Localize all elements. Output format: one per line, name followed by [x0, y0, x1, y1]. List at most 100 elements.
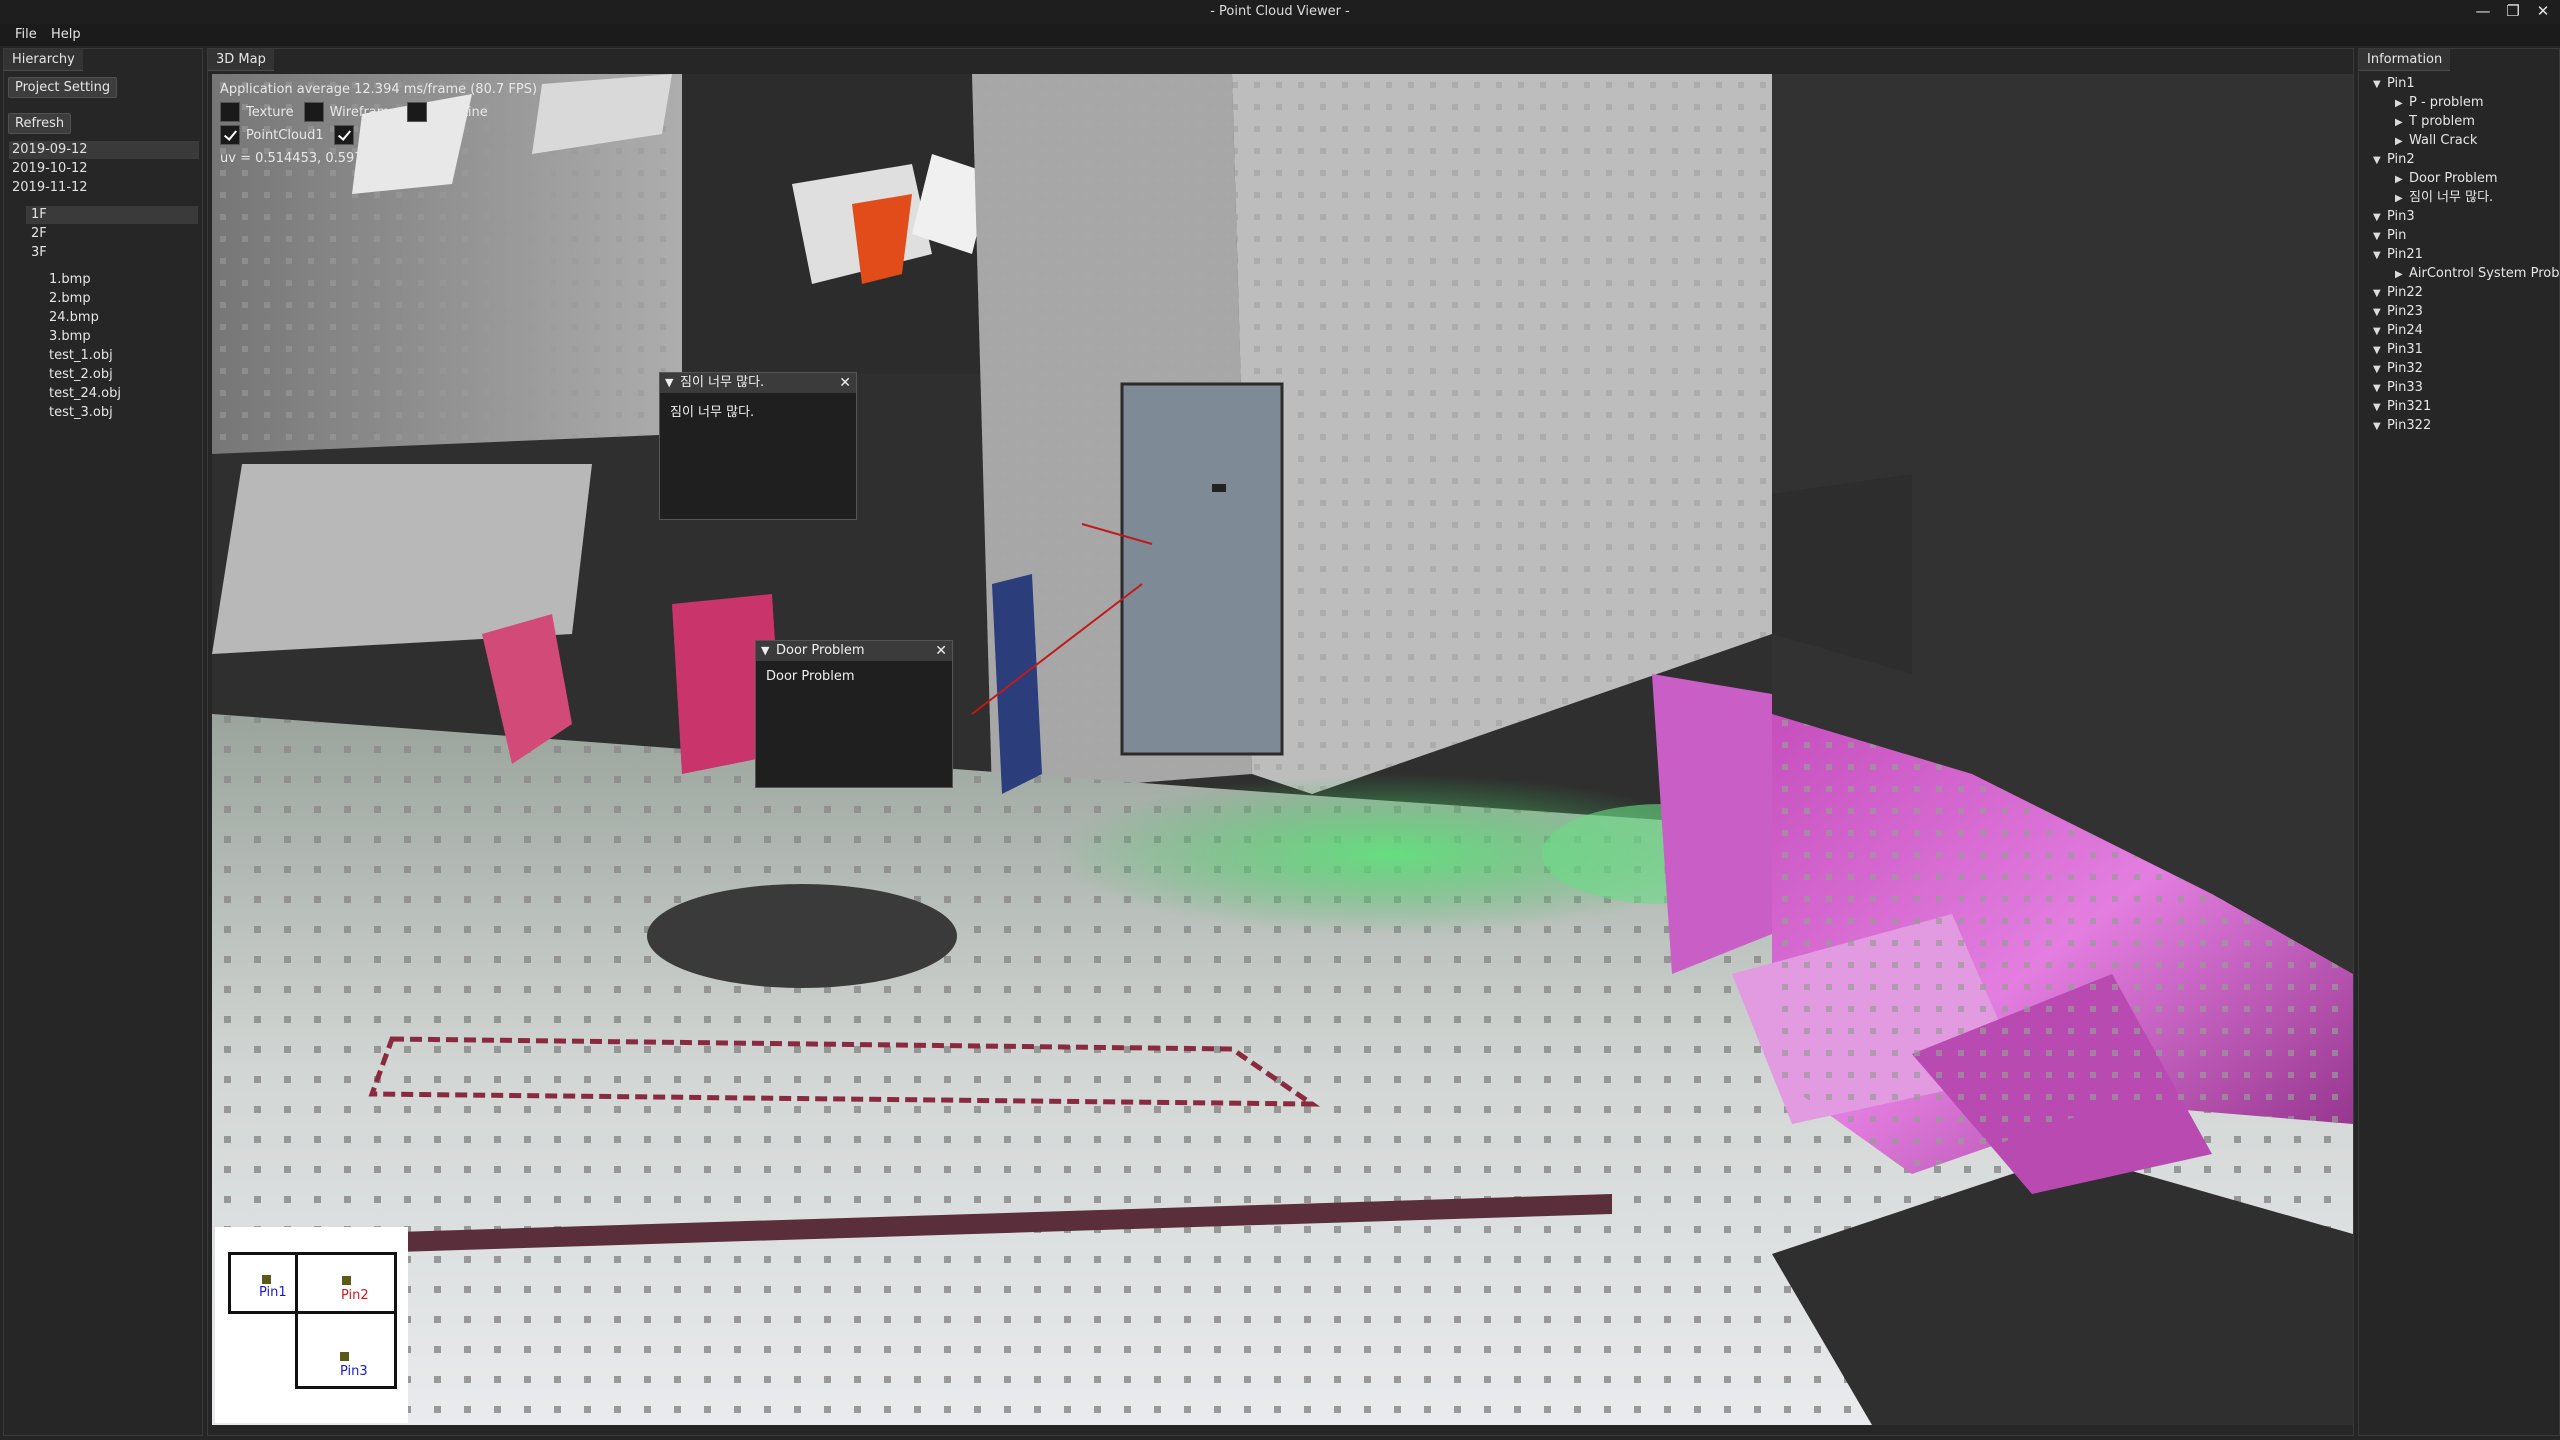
file-item[interactable]: 2.bmp	[49, 290, 91, 308]
pin3-label: Pin3	[340, 1364, 368, 1379]
tree-pin-node[interactable]: ▼ Pin31	[2373, 341, 2423, 360]
menu-help[interactable]: Help	[51, 27, 81, 42]
popup-body: Door Problem	[766, 669, 855, 684]
tree-pin-node[interactable]: ▼ Pin3	[2373, 208, 2415, 227]
expand-arrow-down-icon[interactable]: ▼	[2373, 152, 2387, 170]
floor-item[interactable]: 3F	[26, 244, 198, 262]
pin-popup-door-problem[interactable]: ▼ Door Problem ✕ Door Problem	[755, 640, 953, 788]
collapse-icon[interactable]: ▼	[665, 373, 673, 393]
tree-issue-node[interactable]: ▶ T problem	[2395, 113, 2475, 132]
file-item[interactable]: 1.bmp	[49, 271, 91, 289]
tree-pin-node[interactable]: ▼ Pin321	[2373, 398, 2431, 417]
pointcloud1-checkbox-label: PointCloud1	[246, 127, 324, 143]
pointcloud1-checkbox[interactable]	[220, 125, 240, 145]
tree-node-label: Wall Crack	[2409, 133, 2478, 148]
tree-node-label: Pin21	[2387, 247, 2423, 262]
date-item[interactable]: 2019-10-12	[9, 160, 199, 178]
expand-arrow-down-icon[interactable]: ▼	[2373, 323, 2387, 341]
tab-information[interactable]: Information	[2359, 49, 2451, 71]
minimap[interactable]: Pin1 Pin2 Pin3	[215, 1227, 408, 1423]
file-item[interactable]: 24.bmp	[49, 309, 99, 327]
restore-icon[interactable]: ❐	[2498, 0, 2528, 24]
pin2-marker-icon[interactable]	[342, 1276, 351, 1285]
floor-item[interactable]: 1F	[26, 206, 198, 224]
file-item[interactable]: test_1.obj	[49, 347, 113, 365]
file-item[interactable]: test_24.obj	[49, 385, 121, 403]
expand-arrow-down-icon[interactable]: ▼	[2373, 342, 2387, 360]
tree-node-label: Pin1	[2387, 76, 2415, 91]
tree-issue-node[interactable]: ▶ 짐이 너무 많다.	[2395, 189, 2493, 208]
expand-arrow-right-icon[interactable]: ▶	[2395, 133, 2409, 151]
3d-viewport[interactable]: Application average 12.394 ms/frame (80.…	[212, 74, 2353, 1425]
expand-arrow-down-icon[interactable]: ▼	[2373, 285, 2387, 303]
tab-hierarchy[interactable]: Hierarchy	[4, 49, 83, 71]
expand-arrow-right-icon[interactable]: ▶	[2395, 190, 2409, 208]
pin3-marker-icon[interactable]	[340, 1352, 349, 1361]
project-setting-button[interactable]: Project Setting	[8, 77, 118, 98]
expand-arrow-down-icon[interactable]: ▼	[2373, 209, 2387, 227]
tree-pin-node[interactable]: ▼ Pin21	[2373, 246, 2423, 265]
file-item[interactable]: test_3.obj	[49, 404, 113, 422]
tab-3d-map[interactable]: 3D Map	[208, 49, 274, 71]
tree-pin-node[interactable]: ▼ Pin24	[2373, 322, 2423, 341]
tree-node-label: T problem	[2409, 114, 2475, 129]
tree-pin-node[interactable]: ▼ Pin23	[2373, 303, 2423, 322]
expand-arrow-down-icon[interactable]: ▼	[2373, 228, 2387, 246]
expand-arrow-right-icon[interactable]: ▶	[2395, 95, 2409, 113]
refresh-button[interactable]: Refresh	[8, 113, 72, 134]
date-item[interactable]: 2019-09-12	[9, 141, 199, 159]
collapse-icon[interactable]: ▼	[761, 641, 769, 661]
wireframe-checkbox[interactable]	[303, 102, 324, 122]
tree-pin-node[interactable]: ▼ Pin	[2373, 227, 2406, 246]
menu-bar: File Help	[0, 24, 2560, 46]
tree-pin-node[interactable]: ▼ Pin33	[2373, 379, 2423, 398]
tree-node-label: AirControl System Probl	[2409, 266, 2560, 281]
expand-arrow-down-icon[interactable]: ▼	[2373, 247, 2387, 265]
tree-pin-node[interactable]: ▼ Pin1	[2373, 75, 2415, 94]
tree-pin-node[interactable]: ▼ Pin322	[2373, 417, 2431, 436]
texture-checkbox[interactable]	[220, 102, 240, 122]
tree-node-label: Pin31	[2387, 342, 2423, 357]
floor-item[interactable]: 2F	[26, 225, 198, 243]
gridline-checkbox[interactable]	[407, 102, 428, 122]
file-item[interactable]: 3.bmp	[49, 328, 91, 346]
expand-arrow-right-icon[interactable]: ▶	[2395, 114, 2409, 132]
tree-issue-node[interactable]: ▶ Wall Crack	[2395, 132, 2477, 151]
pin1-marker-icon[interactable]	[262, 1275, 271, 1284]
tree-issue-node[interactable]: ▶ AirControl System Probl	[2395, 265, 2560, 284]
tree-node-label: Pin33	[2387, 380, 2423, 395]
title-bar: - Point Cloud Viewer - — ❐ ✕	[0, 0, 2560, 24]
pin2-label: Pin2	[341, 1288, 369, 1303]
tree-issue-node[interactable]: ▶ P - problem	[2395, 94, 2484, 113]
tree-pin-node[interactable]: ▼ Pin32	[2373, 360, 2423, 379]
tree-pin-node[interactable]: ▼ Pin22	[2373, 284, 2423, 303]
tree-node-label: Pin22	[2387, 285, 2423, 300]
expand-arrow-down-icon[interactable]: ▼	[2373, 380, 2387, 398]
close-icon[interactable]: ✕	[839, 373, 851, 393]
expand-arrow-right-icon[interactable]: ▶	[2395, 266, 2409, 284]
expand-arrow-down-icon[interactable]: ▼	[2373, 304, 2387, 322]
close-icon[interactable]: ✕	[935, 641, 947, 661]
tree-node-label: P - problem	[2409, 95, 2484, 110]
fps-readout: Application average 12.394 ms/frame (80.…	[220, 82, 538, 97]
close-icon[interactable]: ✕	[2528, 0, 2558, 24]
file-item[interactable]: test_2.obj	[49, 366, 113, 384]
window-title: - Point Cloud Viewer -	[1210, 4, 1350, 19]
popup-header[interactable]: ▼ 짐이 너무 많다. ✕	[660, 373, 856, 393]
expand-arrow-right-icon[interactable]: ▶	[2395, 171, 2409, 189]
expand-arrow-down-icon[interactable]: ▼	[2373, 361, 2387, 379]
minimize-icon[interactable]: —	[2468, 0, 2498, 24]
tree-node-label: Door Problem	[2409, 171, 2498, 186]
uv-readout: uv = 0.514453, 0.597133	[220, 151, 388, 166]
pin-popup-luggage[interactable]: ▼ 짐이 너무 많다. ✕ 짐이 너무 많다.	[659, 372, 857, 520]
tree-pin-node[interactable]: ▼ Pin2	[2373, 151, 2415, 170]
tree-issue-node[interactable]: ▶ Door Problem	[2395, 170, 2498, 189]
menu-file[interactable]: File	[15, 27, 37, 42]
popup-header[interactable]: ▼ Door Problem ✕	[756, 641, 952, 661]
expand-arrow-down-icon[interactable]: ▼	[2373, 399, 2387, 417]
expand-arrow-down-icon[interactable]: ▼	[2373, 76, 2387, 94]
pointcloud2-checkbox[interactable]	[333, 125, 354, 145]
date-item[interactable]: 2019-11-12	[9, 179, 199, 197]
point-cloud-render[interactable]	[212, 74, 2353, 1425]
expand-arrow-down-icon[interactable]: ▼	[2373, 418, 2387, 436]
